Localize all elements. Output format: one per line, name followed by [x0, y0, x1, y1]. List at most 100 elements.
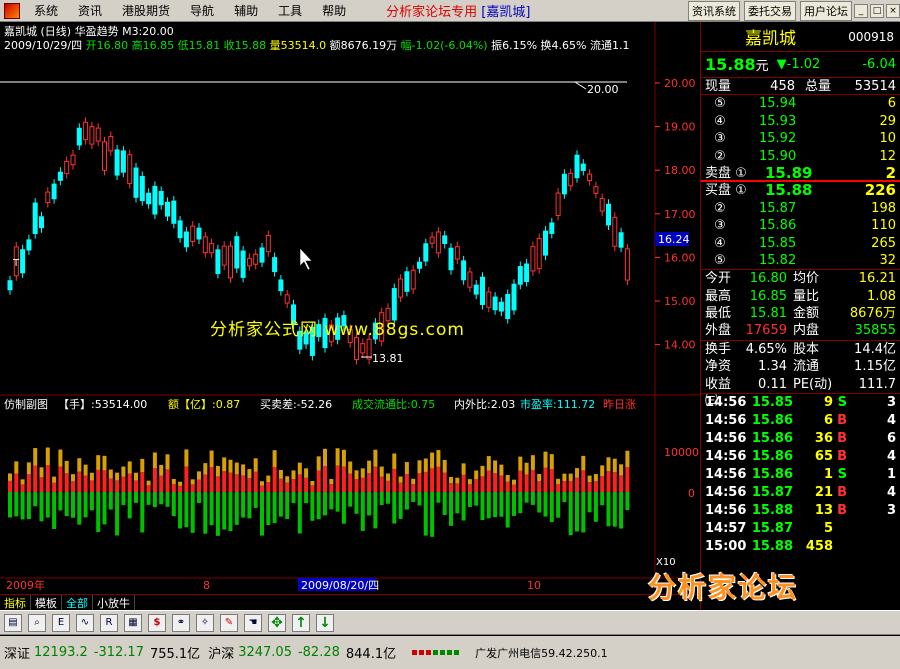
kline-chart-area[interactable]: 嘉凯城 (日线) 华盈趋势 M3:20.00 2009/10/29/四 开16.… — [0, 22, 700, 594]
volume-bar — [272, 450, 277, 467]
pencil-icon[interactable]: ✎ — [220, 613, 238, 632]
grid-icon[interactable]: ▦ — [124, 613, 142, 632]
chart-icon[interactable]: ▤ — [4, 613, 22, 632]
eit-icon[interactable]: E — [52, 613, 70, 632]
volume-bar — [392, 453, 397, 469]
candle-body — [146, 192, 152, 205]
close-icon[interactable]: × — [886, 3, 900, 18]
volume-bar — [625, 450, 630, 468]
stock-title: 嘉凯城 000918 — [701, 22, 900, 52]
stat-value: 8676万 — [849, 306, 896, 322]
candle-body — [492, 296, 498, 311]
volume-bar — [241, 475, 246, 492]
up-icon[interactable]: ↑ — [292, 613, 310, 632]
menu-info[interactable]: 资讯 — [68, 2, 112, 19]
volume-bar — [209, 492, 214, 526]
volume-bar — [209, 450, 214, 468]
tick-side: B — [837, 485, 847, 501]
buy1-price: 15.88 — [765, 181, 813, 200]
volume-bar — [316, 470, 321, 492]
menu-assist[interactable]: 辅助 — [224, 2, 268, 19]
tick-list[interactable]: 14:56 15.85 9 S 3 14:56 15.86 6 B 4 14:56 15.86 36 B 6… — [701, 394, 900, 556]
volume-bar — [272, 466, 277, 492]
candle-body — [429, 236, 435, 244]
candle-body — [599, 197, 605, 212]
volume-bar — [430, 452, 435, 469]
line-icon[interactable]: ∿ — [76, 613, 94, 632]
candle-body — [366, 338, 372, 360]
down-icon[interactable]: ↓ — [316, 613, 334, 632]
volume-bar — [449, 492, 453, 526]
menu-hk-futures[interactable]: 港股期货 — [112, 2, 180, 19]
volume-bar — [39, 477, 44, 492]
volume-bar — [165, 492, 170, 507]
tab-indicator[interactable]: 指标 — [0, 595, 31, 610]
sell-level-row: ⑤ 15.94 6 — [701, 95, 900, 112]
candle-body — [7, 280, 13, 291]
zoom-icon[interactable]: ⌕ — [28, 613, 46, 632]
volume-bar — [348, 473, 353, 492]
volume-bar — [297, 492, 302, 534]
tab-xiaofangniu[interactable]: 小放牛 — [93, 595, 135, 610]
candle-body — [196, 227, 202, 240]
tick-count: 3 — [886, 503, 896, 519]
volume-bar — [505, 492, 510, 528]
maximize-icon[interactable]: □ — [870, 3, 884, 18]
volume-bar — [398, 476, 403, 483]
rsi-icon[interactable]: R — [100, 613, 118, 632]
volume-bar — [411, 484, 416, 492]
menu-system[interactable]: 系统 — [24, 2, 68, 19]
link-icon[interactable]: ⚭ — [172, 613, 190, 632]
tick-row: 15:00 15.88 458 — [701, 538, 900, 556]
volume-bar — [556, 492, 561, 518]
tick-count: 4 — [886, 485, 896, 501]
volume-bar — [89, 472, 94, 481]
candle-body — [404, 271, 410, 292]
menu-bar: 系统 资讯 港股期货 导航 辅助 工具 帮助 分析家论坛专用 [嘉凯城] 资讯系… — [0, 0, 900, 22]
menu-nav[interactable]: 导航 — [180, 2, 224, 19]
volume-bar — [593, 474, 598, 482]
minimize-icon[interactable]: _ — [854, 3, 868, 18]
volume-bar — [543, 467, 548, 492]
volume-bar — [52, 482, 57, 492]
tab-all[interactable]: 全部 — [62, 595, 93, 610]
tick-side: S — [837, 395, 847, 411]
volume-bar — [8, 492, 12, 518]
volume-bar — [203, 492, 208, 534]
volume-bar — [310, 485, 315, 492]
candle-body — [467, 271, 473, 288]
candle-body — [530, 246, 536, 272]
stat-value: 35855 — [854, 323, 896, 339]
info-system-button[interactable]: 资讯系统 — [688, 0, 740, 21]
volume-bar — [411, 478, 416, 485]
tick-row: 14:56 15.85 9 S 3 — [701, 394, 900, 412]
tick-side — [833, 520, 847, 538]
hand-icon[interactable]: ☚ — [244, 613, 262, 632]
tab-template[interactable]: 模板 — [31, 595, 62, 610]
volume-bar — [140, 472, 145, 492]
candle-body — [64, 160, 70, 175]
dollar-icon[interactable]: $ — [148, 613, 166, 632]
volume-bar — [417, 492, 422, 506]
stat-label: 流通 — [793, 359, 820, 375]
volume-bar — [360, 468, 365, 478]
volume-bar — [575, 477, 579, 492]
menu-help[interactable]: 帮助 — [312, 2, 356, 19]
volume-bar — [423, 458, 428, 472]
volume-bar — [581, 455, 586, 471]
hs-amount: 844.1亿 — [345, 647, 397, 662]
buy-level-level: ④ — [714, 235, 726, 251]
stat-row: 最低 15.81 金额 8676万 — [701, 305, 900, 322]
menu-tools[interactable]: 工具 — [268, 2, 312, 19]
volume-bar — [64, 492, 69, 517]
price-unit: 元 — [755, 59, 769, 74]
app-icon — [4, 2, 20, 19]
trade-button[interactable]: 委托交易 — [744, 0, 796, 21]
candle-body — [486, 291, 492, 308]
candle-body — [555, 192, 561, 216]
tick-volume: 458 — [805, 539, 833, 555]
tools-icon[interactable]: ✧ — [196, 613, 214, 632]
user-forum-button[interactable]: 用户论坛 — [800, 0, 852, 21]
candle-body — [612, 216, 618, 247]
move-icon[interactable]: ✥ — [268, 613, 286, 632]
